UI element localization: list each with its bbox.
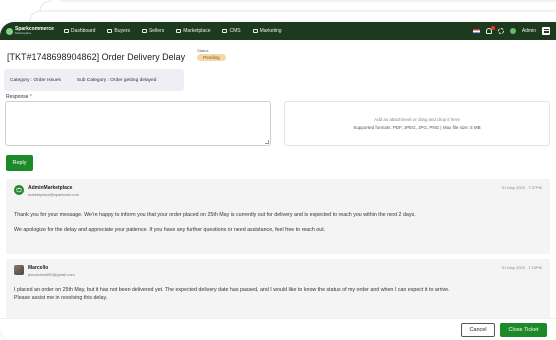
- nav-item-dashboard[interactable]: Dashboard: [63, 28, 96, 34]
- app-window: Sparkcommerce Marketplace Dashboard Buye…: [0, 22, 556, 340]
- resize-handle-icon[interactable]: [265, 140, 269, 144]
- sellers-icon: [141, 29, 147, 33]
- nav-item-marketing[interactable]: Marketing: [252, 28, 282, 34]
- subcategory-text: Sub Category : Order getting delayed: [76, 77, 157, 83]
- message-paragraph: Thank you for your message. We're happy …: [14, 212, 416, 218]
- message-paragraph: I placed an order on 25th May, but it ha…: [14, 287, 450, 293]
- nav-item-label: Dashboard: [70, 28, 96, 34]
- hamburger-menu-icon[interactable]: [542, 27, 550, 35]
- message-body: I placed an order on 25th May, but it ha…: [6, 286, 550, 302]
- reply-button[interactable]: Reply: [6, 155, 33, 171]
- buyers-icon: [107, 29, 113, 33]
- message-header: AdminMarketplace marketplace@sparkcart.c…: [6, 179, 550, 197]
- category-box: Category : Order Issues Sub Category : O…: [4, 69, 184, 91]
- message-header: Marcello piccolotenti90@gmail.com 31 May…: [6, 259, 550, 277]
- settings-gear-icon[interactable]: [497, 28, 504, 34]
- message-email: piccolotenti90@gmail.com: [28, 272, 75, 277]
- logo-mark-icon: [6, 27, 13, 35]
- cancel-button[interactable]: Cancel: [461, 323, 495, 337]
- marketplace-icon: [176, 29, 182, 33]
- message-date: 31 May 2025 , 7:15PM: [501, 265, 542, 270]
- response-label-text: Response: [6, 94, 29, 100]
- message-card: AdminMarketplace marketplace@sparkcart.c…: [6, 179, 550, 254]
- logo-subtitle: Marketplace: [15, 31, 32, 35]
- nav-item-label: Sellers: [148, 28, 165, 34]
- nav-item-label: Buyers: [114, 28, 130, 34]
- marketing-icon: [252, 29, 258, 33]
- message-card: Marcello piccolotenti90@gmail.com 31 May…: [6, 259, 550, 319]
- user-name[interactable]: Admin: [522, 28, 536, 34]
- close-ticket-button[interactable]: Close Ticket: [500, 323, 547, 337]
- user-avatar[interactable]: [509, 28, 516, 34]
- response-textarea[interactable]: [5, 101, 271, 146]
- status-label: Status: [197, 48, 209, 53]
- dropzone-hint: Add as attachment or drag and drop it he…: [374, 117, 460, 122]
- status-badge: Pending: [197, 54, 226, 61]
- nav-item-label: Marketplace: [183, 28, 211, 34]
- notification-bell-icon[interactable]: [485, 26, 495, 34]
- message-author: Marcello: [28, 265, 49, 271]
- status-block: Status Pending: [197, 48, 226, 61]
- response-label: Response *: [6, 94, 32, 100]
- language-flag-icon[interactable]: [472, 28, 480, 34]
- required-mark: *: [29, 94, 32, 100]
- message-email: marketplace@sparkcart.com: [28, 192, 79, 197]
- main-nav: Dashboard Buyers Sellers Marketplace CMS…: [63, 28, 282, 34]
- page-title: [TKT#1748698904862] Order Delivery Delay: [7, 52, 186, 62]
- message-paragraph: We apologize for the delay and appreciat…: [14, 227, 326, 233]
- attachment-dropzone[interactable]: Add as attachment or drag and drop it he…: [284, 101, 550, 146]
- topbar-actions: Admin: [472, 26, 550, 35]
- brand-logo[interactable]: Sparkcommerce Marketplace: [6, 27, 54, 35]
- user-photo-avatar: [14, 265, 24, 275]
- nav-item-label: CMS: [229, 28, 241, 34]
- message-author: AdminMarketplace: [28, 185, 73, 191]
- top-navbar: Sparkcommerce Marketplace Dashboard Buye…: [0, 22, 556, 40]
- message-date: 31 May 2025 , 7:37PM: [501, 185, 542, 190]
- message-paragraph: Please assist me in resolving this delay…: [14, 295, 108, 301]
- dropzone-formats: Supported formats: PDF, JPEG, JPG, PNG |…: [353, 125, 481, 130]
- nav-item-buyers[interactable]: Buyers: [107, 28, 130, 34]
- dashboard-icon: [63, 29, 69, 33]
- ticket-header: [TKT#1748698904862] Order Delivery Delay…: [0, 40, 556, 62]
- message-body: Thank you for your message. We're happy …: [6, 211, 550, 234]
- nav-item-marketplace[interactable]: Marketplace: [176, 28, 210, 34]
- cms-icon: [222, 29, 228, 33]
- nav-item-sellers[interactable]: Sellers: [141, 28, 165, 34]
- nav-item-cms[interactable]: CMS: [222, 28, 241, 34]
- nav-item-label: Marketing: [259, 28, 282, 34]
- notification-badge: [490, 26, 495, 30]
- action-footer: Cancel Close Ticket: [0, 318, 556, 340]
- category-text: Category : Order Issues: [10, 77, 61, 83]
- store-avatar-icon: [14, 185, 24, 195]
